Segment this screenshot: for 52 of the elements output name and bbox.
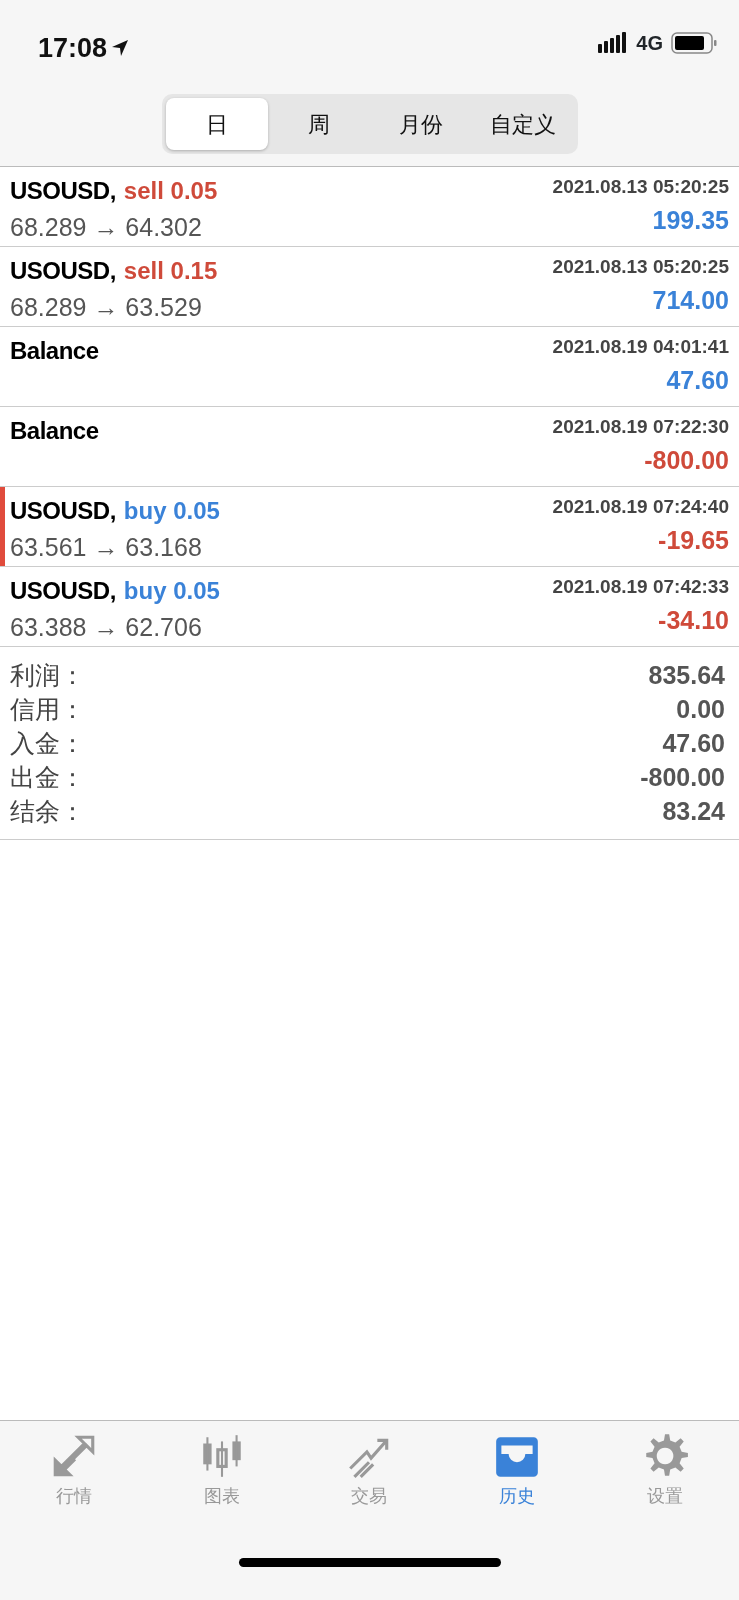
symbol-label: Balance	[10, 416, 99, 446]
profit-value: -800.00	[644, 444, 729, 476]
profit-value: 199.35	[652, 204, 729, 236]
trade-row[interactable]: USOUSD, buy 0.05 63.561 → 63.168 2021.08.19 07:24:40 -19.65	[5, 487, 739, 566]
order-side: sell 0.05	[123, 176, 218, 206]
trade-time: 2021.08.19 07:24:40	[552, 495, 729, 519]
trade-row[interactable]: USOUSD, buy 0.05 63.388 → 62.706 2021.08.19 07:42:33 -34.10	[5, 567, 739, 646]
profit-value: -19.65	[658, 524, 729, 556]
period-tab[interactable]: 周	[267, 98, 370, 150]
order-side: buy 0.05	[123, 576, 220, 606]
summary-label: 出金：	[10, 762, 85, 794]
status-time: 17:08	[38, 32, 108, 65]
profit-value: 714.00	[652, 284, 729, 316]
trade-time: 2021.08.19 07:42:33	[552, 575, 729, 599]
summary-value: 47.60	[662, 728, 725, 760]
trade-row[interactable]: Balance 2021.08.19 04:01:41 47.60	[5, 327, 739, 406]
summary-value: 83.24	[662, 796, 725, 828]
summary-value: 0.00	[676, 694, 725, 726]
profit-value: 47.60	[666, 364, 729, 396]
period-tab[interactable]: 日	[165, 98, 268, 150]
price-range: 63.561 → 63.168	[10, 532, 203, 563]
summary-value: -800.00	[640, 762, 725, 794]
symbol-label: USOUSD,	[10, 176, 116, 206]
summary-label: 利润：	[10, 660, 85, 692]
symbol-label: USOUSD,	[10, 496, 116, 526]
summary-label: 信用：	[10, 694, 85, 726]
summary-value: 835.64	[648, 660, 725, 692]
summary-label: 入金：	[10, 728, 85, 760]
trade-row[interactable]: Balance 2021.08.19 07:22:30 -800.00	[5, 407, 739, 486]
profit-value: -34.10	[658, 604, 729, 636]
price-range: 68.289 → 63.529	[10, 292, 203, 323]
symbol-label: Balance	[10, 336, 99, 366]
summary-label: 结余：	[10, 796, 85, 828]
price-range: 68.289 → 64.302	[10, 212, 203, 243]
nav-tab[interactable]: 历史	[443, 1431, 592, 1510]
signal-icon	[598, 32, 629, 54]
battery-icon	[671, 32, 717, 54]
order-side: buy 0.05	[123, 496, 220, 526]
trade-row[interactable]: USOUSD, sell 0.05 68.289 → 64.302 2021.08.13 05:20:25 199.35	[5, 167, 739, 246]
trade-time: 2021.08.13 05:20:25	[552, 255, 729, 279]
symbol-label: USOUSD,	[10, 576, 116, 606]
trade-row[interactable]: USOUSD, sell 0.15 68.289 → 63.529 2021.08.13 05:20:25 714.00	[5, 247, 739, 326]
network-label: 4G	[636, 31, 663, 56]
trade-time: 2021.08.19 07:22:30	[552, 415, 729, 439]
order-side: sell 0.15	[123, 256, 218, 286]
period-tab[interactable]: 自定义	[471, 98, 574, 150]
period-tab[interactable]: 月份	[369, 98, 472, 150]
trade-time: 2021.08.13 05:20:25	[552, 175, 729, 199]
price-range: 63.388 → 62.706	[10, 612, 203, 643]
location-icon	[111, 39, 130, 58]
trade-time: 2021.08.19 04:01:41	[552, 335, 729, 359]
symbol-label: USOUSD,	[10, 256, 116, 286]
